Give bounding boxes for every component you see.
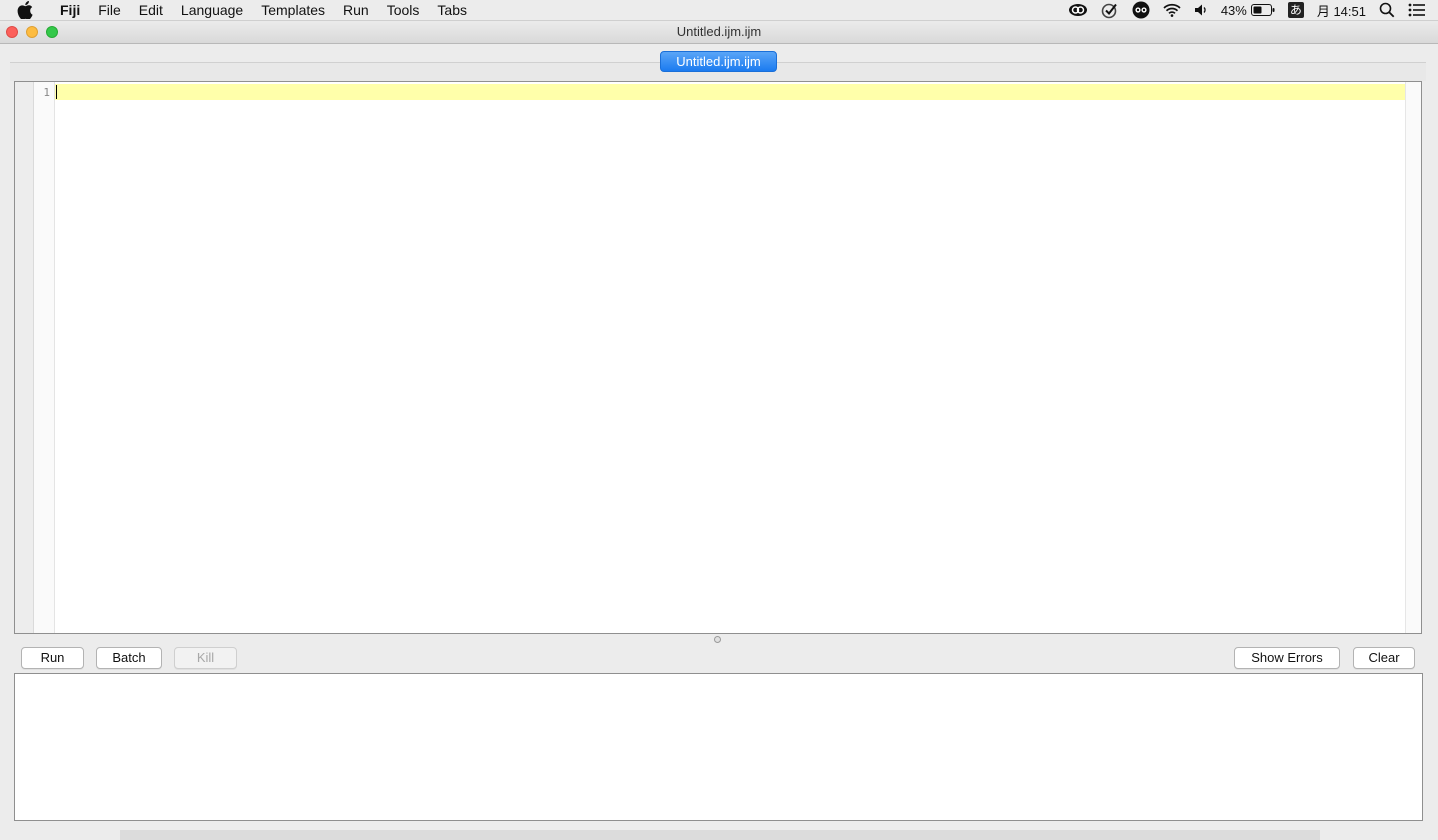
glasses-icon[interactable] bbox=[1132, 0, 1150, 20]
input-method-label: あ bbox=[1287, 2, 1304, 18]
editor-scrollbar[interactable] bbox=[1405, 82, 1421, 633]
output-console[interactable] bbox=[14, 673, 1423, 821]
run-button[interactable]: Run bbox=[21, 647, 84, 669]
battery-percent: 43% bbox=[1220, 2, 1247, 18]
spotlight-icon[interactable] bbox=[1379, 0, 1395, 20]
window-title: Untitled.ijm.ijm bbox=[676, 24, 762, 39]
menu-templates[interactable]: Templates bbox=[252, 0, 334, 20]
split-pane-divider[interactable] bbox=[14, 634, 1422, 644]
menu-clock[interactable]: 月 14:51 bbox=[1317, 0, 1366, 20]
menu-edit[interactable]: Edit bbox=[130, 0, 172, 20]
notification-center-icon[interactable] bbox=[1408, 0, 1426, 20]
clear-button[interactable]: Clear bbox=[1353, 647, 1415, 669]
menu-file[interactable]: File bbox=[89, 0, 130, 20]
text-caret bbox=[56, 85, 57, 99]
menu-language[interactable]: Language bbox=[172, 0, 252, 20]
menu-run[interactable]: Run bbox=[334, 0, 378, 20]
creative-cloud-icon[interactable] bbox=[1068, 0, 1088, 20]
show-errors-button[interactable]: Show Errors bbox=[1234, 647, 1340, 669]
battery-icon[interactable] bbox=[1250, 0, 1275, 20]
divider-grip-icon[interactable] bbox=[714, 636, 721, 643]
current-line-highlight bbox=[55, 84, 1405, 100]
apple-icon[interactable] bbox=[15, 0, 35, 20]
input-method-icon[interactable]: あ bbox=[1287, 0, 1304, 20]
volume-icon[interactable] bbox=[1194, 0, 1208, 20]
wifi-icon[interactable] bbox=[1163, 0, 1181, 20]
menu-tools[interactable]: Tools bbox=[378, 0, 429, 20]
menu-fiji[interactable]: Fiji bbox=[51, 0, 89, 20]
menu-tabs[interactable]: Tabs bbox=[428, 0, 476, 20]
fold-gutter bbox=[15, 82, 34, 633]
status-area: 43% あ 月 14:51 bbox=[1055, 0, 1426, 20]
code-text-area[interactable] bbox=[55, 82, 1405, 633]
batch-button[interactable]: Batch bbox=[96, 647, 162, 669]
code-editor[interactable]: 1 bbox=[14, 81, 1422, 634]
menu-bar: Fiji File Edit Language Templates Run To… bbox=[0, 0, 1438, 21]
line-number: 1 bbox=[43, 86, 50, 99]
kill-button: Kill bbox=[174, 647, 237, 669]
line-number-gutter: 1 bbox=[34, 82, 55, 633]
checkmark-icon[interactable] bbox=[1101, 0, 1119, 20]
window-titlebar[interactable]: Untitled.ijm.ijm bbox=[0, 21, 1438, 44]
window-bottom-edge bbox=[120, 830, 1320, 840]
tab-untitled[interactable]: Untitled.ijm.ijm bbox=[660, 51, 777, 72]
